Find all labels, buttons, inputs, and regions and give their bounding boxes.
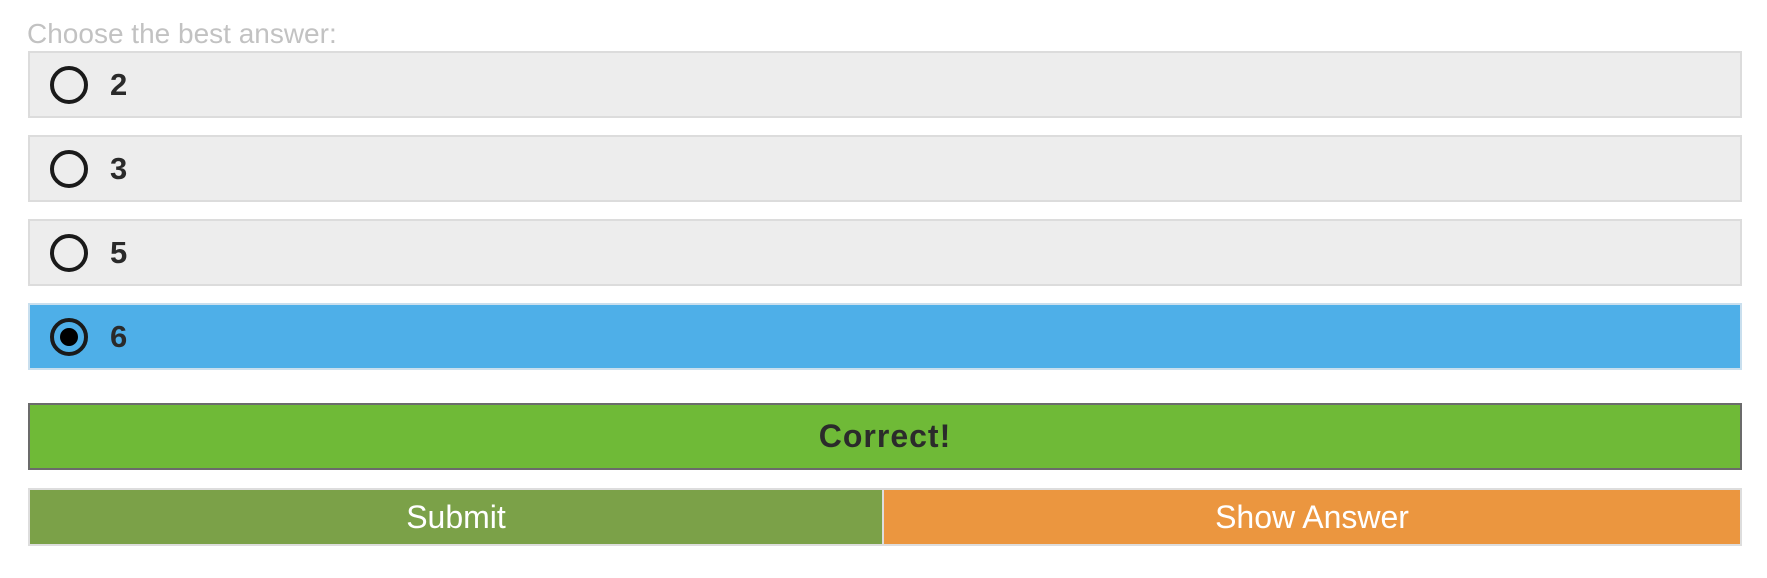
answer-option-2[interactable]: 3 — [28, 135, 1742, 202]
action-buttons: Submit Show Answer — [28, 488, 1742, 546]
radio-dot-icon — [60, 328, 78, 346]
question-prompt: Choose the best answer: — [27, 18, 337, 49]
radio-unchecked-icon[interactable] — [50, 150, 88, 188]
quiz-panel: Choose the best answer: 2 3 5 6 Correct!… — [0, 0, 1767, 578]
answer-option-1[interactable]: 2 — [28, 51, 1742, 118]
submit-button[interactable]: Submit — [28, 488, 884, 546]
answer-options: 2 3 5 6 — [28, 51, 1742, 387]
radio-unchecked-icon[interactable] — [50, 234, 88, 272]
answer-option-label: 3 — [110, 151, 128, 186]
answer-option-label: 6 — [110, 319, 128, 354]
answer-option-label: 5 — [110, 235, 128, 270]
feedback-banner: Correct! — [28, 403, 1742, 470]
show-answer-button[interactable]: Show Answer — [884, 488, 1742, 546]
radio-unchecked-icon[interactable] — [50, 66, 88, 104]
answer-option-4[interactable]: 6 — [28, 303, 1742, 370]
answer-option-3[interactable]: 5 — [28, 219, 1742, 286]
radio-checked-icon[interactable] — [50, 318, 88, 356]
answer-option-label: 2 — [110, 67, 128, 102]
